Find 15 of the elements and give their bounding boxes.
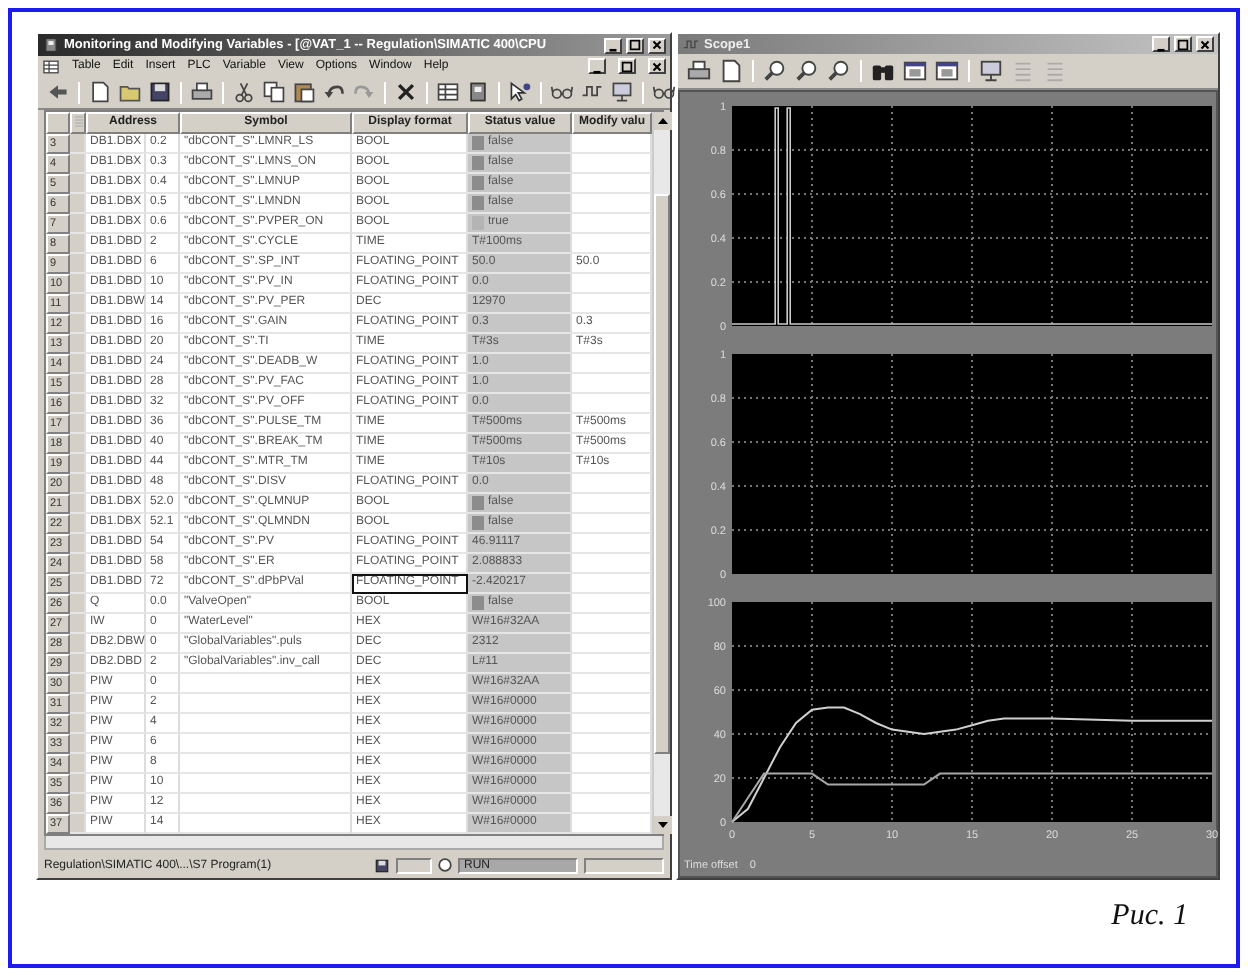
scroll-up-icon[interactable]	[654, 112, 672, 130]
horizontal-scrollbar[interactable]	[44, 836, 664, 850]
save-icon	[374, 857, 390, 873]
block-icon	[42, 36, 60, 54]
status-field	[584, 857, 664, 873]
scroll-thumb[interactable]	[654, 193, 670, 753]
status-field	[396, 857, 432, 873]
scroll-down-icon[interactable]	[654, 816, 672, 834]
figure-caption: Рис. 1	[1111, 900, 1188, 934]
corner-cell[interactable]	[46, 112, 70, 134]
table-icon	[42, 57, 60, 75]
signal-icon	[682, 35, 700, 53]
vertical-scrollbar[interactable]	[652, 112, 670, 834]
status-dot-icon	[438, 858, 452, 872]
stack-icon	[72, 114, 86, 128]
